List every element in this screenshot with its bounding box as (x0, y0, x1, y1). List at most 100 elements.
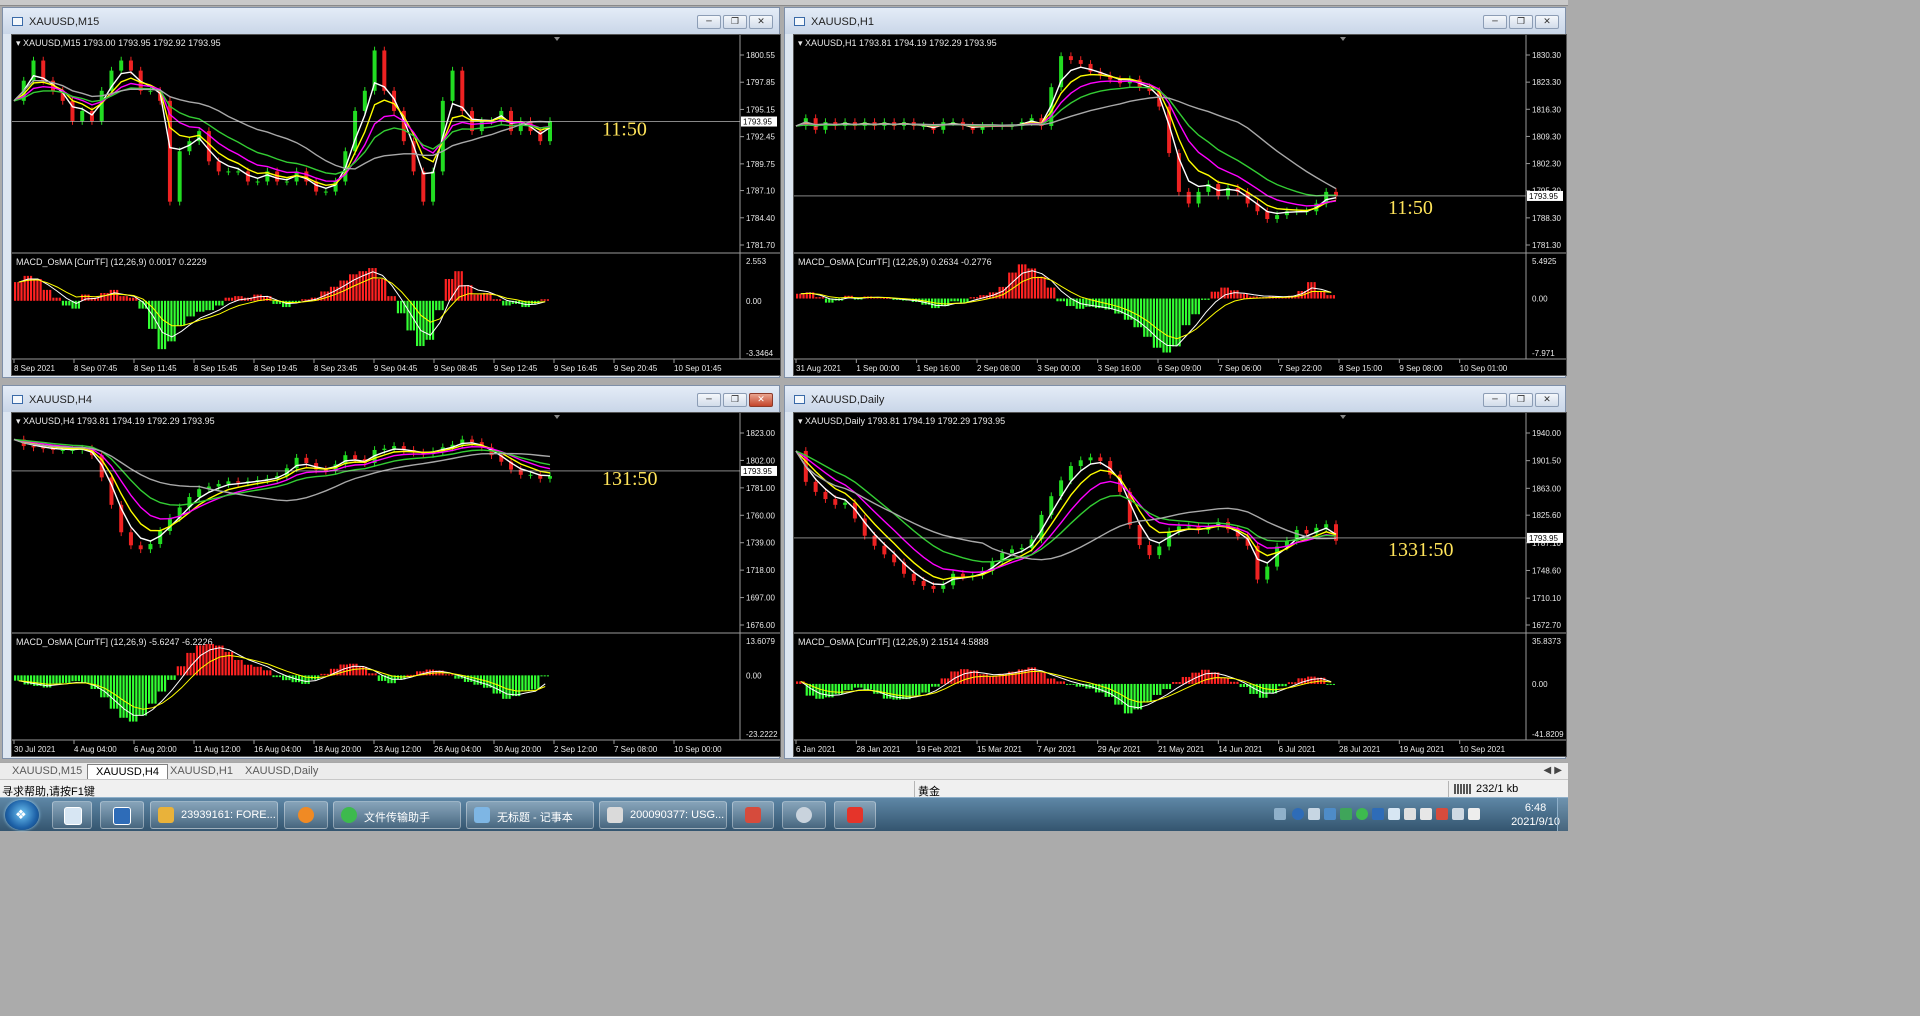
macd-histogram-bar (176, 300, 179, 326)
chart-area[interactable]: ▾ XAUUSD,H4 1793.81 1794.19 1792.29 1793… (11, 412, 781, 757)
show-desktop-button[interactable] (100, 801, 144, 829)
price-tick-label: 1781.70 (746, 241, 775, 250)
tab-scroll-arrows[interactable]: ◀ ▶ (1543, 765, 1562, 776)
macd-info-label: MACD_OsMA [CurrTF] (12,26,9) 2.1514 4.58… (798, 637, 989, 647)
battery-icon[interactable] (1452, 808, 1464, 820)
taskbar-item-media[interactable] (782, 801, 826, 829)
taskbar-item-terminal-2[interactable]: 200090377: USG... (599, 801, 727, 829)
flag-icon[interactable] (1404, 808, 1416, 820)
macd-histogram-bar (1075, 683, 1078, 687)
macd-histogram-bar (119, 296, 122, 301)
macd-histogram-bar (400, 300, 403, 314)
candle-body (1147, 545, 1152, 556)
restore-button[interactable]: ❐ (1509, 393, 1533, 407)
macd-histogram-bar (447, 278, 451, 301)
macd-histogram-bar (1191, 298, 1194, 315)
macd-histogram-bar (33, 675, 36, 686)
macd-histogram-bar (1146, 298, 1149, 337)
chart-window-h1[interactable]: XAUUSD,H1 ─ ❐ ✕ ▾ XAUUSD,H1 1793.81 1794… (784, 7, 1567, 378)
security-icon[interactable] (1324, 808, 1336, 820)
restore-button[interactable]: ❐ (1509, 15, 1533, 29)
help-icon[interactable] (1292, 808, 1304, 820)
macd-histogram-bar (1220, 677, 1223, 684)
macd-histogram-bar (1226, 287, 1229, 299)
macd-histogram-bar (215, 300, 218, 306)
wps-icon (847, 807, 863, 823)
macd-histogram-bar (1175, 682, 1178, 684)
ma-gray-line (13, 438, 551, 502)
close-button[interactable]: ✕ (749, 15, 773, 29)
time-tick-label: 9 Sep 16:45 (554, 364, 598, 373)
task-view-button[interactable] (52, 801, 92, 829)
time-tick-label: 30 Aug 20:00 (494, 745, 542, 754)
chart-window-h4[interactable]: XAUUSD,H4 ─ ❐ ✕ ▾ XAUUSD,H4 1793.81 1794… (2, 385, 781, 759)
candle-body (1068, 466, 1073, 481)
tab-xauusd-h1[interactable]: XAUUSD,H1 (162, 764, 241, 779)
tab-xauusd-h4[interactable]: XAUUSD,H4 (87, 764, 168, 779)
minimize-button[interactable]: ─ (1483, 393, 1507, 407)
taskbar-item-paint[interactable] (732, 801, 774, 829)
wechat-tray-icon[interactable] (1356, 808, 1368, 820)
restore-button[interactable]: ❐ (723, 15, 747, 29)
macd-histogram-bar (1168, 298, 1172, 353)
taskbar-item-notepad[interactable]: 无标题 - 记事本 (466, 801, 594, 829)
close-button[interactable]: ✕ (749, 393, 773, 407)
macd-histogram-bar (396, 300, 400, 314)
macd-histogram-bar (1210, 291, 1213, 299)
network-icon[interactable] (1308, 808, 1320, 820)
system-clock[interactable]: 6:48 2021/9/10 (1511, 801, 1560, 829)
macd-histogram-bar (886, 683, 889, 699)
window-title: XAUUSD,M15 (29, 16, 100, 28)
status-traffic: 232/1 kb (1476, 783, 1519, 795)
taskbar-item-browser[interactable] (284, 801, 328, 829)
macd-histogram-bar (1217, 291, 1220, 299)
taskbar-item-wps[interactable] (834, 801, 876, 829)
candle-body (548, 476, 552, 479)
macd-histogram-bar (58, 675, 61, 684)
price-tick-label: 1809.30 (1532, 132, 1561, 141)
chart-area[interactable]: ▾ XAUUSD,M15 1793.00 1793.95 1792.92 179… (11, 34, 781, 376)
window-titlebar[interactable] (3, 8, 779, 34)
shield-icon[interactable] (1340, 808, 1352, 820)
expand-tray-icon[interactable] (1274, 808, 1286, 820)
window-controls: ─ ❐ ✕ (697, 15, 773, 29)
time-tick-label: 2 Sep 12:00 (554, 745, 598, 754)
chart-window-m15[interactable]: XAUUSD,M15 ─ ❐ ✕ ▾ XAUUSD,M15 1793.00 17… (2, 7, 781, 378)
restore-button[interactable]: ❐ (723, 393, 747, 407)
tab-xauusd-daily[interactable]: XAUUSD,Daily (237, 764, 326, 779)
chart-window-daily[interactable]: XAUUSD,Daily ─ ❐ ✕ ▾ XAUUSD,Daily 1793.8… (784, 385, 1567, 759)
candle-body (216, 161, 221, 172)
window-titlebar[interactable] (785, 386, 1565, 412)
antivirus-icon[interactable] (1436, 808, 1448, 820)
macd-histogram-bar (170, 675, 173, 680)
time-tick-label: 1 Sep 00:00 (856, 364, 900, 373)
ma-gray-line (795, 450, 1337, 561)
chart-area[interactable]: ▾ XAUUSD,H1 1793.81 1794.19 1792.29 1793… (793, 34, 1567, 376)
close-button[interactable]: ✕ (1535, 15, 1559, 29)
taskbar-item-wechat[interactable]: 文件传输助手 (333, 801, 461, 829)
tab-xauusd-m15[interactable]: XAUUSD,M15 (4, 764, 90, 779)
candle-body (382, 448, 387, 450)
input-method-icon[interactable] (1468, 808, 1480, 820)
minimize-button[interactable]: ─ (1483, 15, 1507, 29)
volume-icon[interactable] (1420, 808, 1432, 820)
macd-histogram-bar (976, 297, 979, 299)
tray-app-icon[interactable] (1372, 808, 1384, 820)
minimize-button[interactable]: ─ (697, 393, 721, 407)
window-titlebar[interactable] (3, 386, 779, 412)
current-price-label: 1793.95 (743, 467, 772, 476)
window-titlebar[interactable] (785, 8, 1565, 34)
candle-body (362, 90, 367, 111)
macd-histogram-bar (157, 675, 160, 692)
display-icon[interactable] (1388, 808, 1400, 820)
start-button[interactable]: ❖ (5, 800, 39, 830)
chart-area[interactable]: ▾ XAUUSD,Daily 1793.81 1794.19 1792.29 1… (793, 412, 1567, 757)
minimize-button[interactable]: ─ (697, 15, 721, 29)
peek-desktop-button[interactable] (1557, 798, 1568, 831)
taskbar-item-terminal-1[interactable]: 23939161: FORE... (150, 801, 278, 829)
macd-histogram-bar (1056, 298, 1059, 302)
macd-histogram-bar (208, 644, 211, 676)
macd-histogram-bar (1024, 264, 1027, 299)
macd-histogram-bar (873, 683, 876, 694)
close-button[interactable]: ✕ (1535, 393, 1559, 407)
